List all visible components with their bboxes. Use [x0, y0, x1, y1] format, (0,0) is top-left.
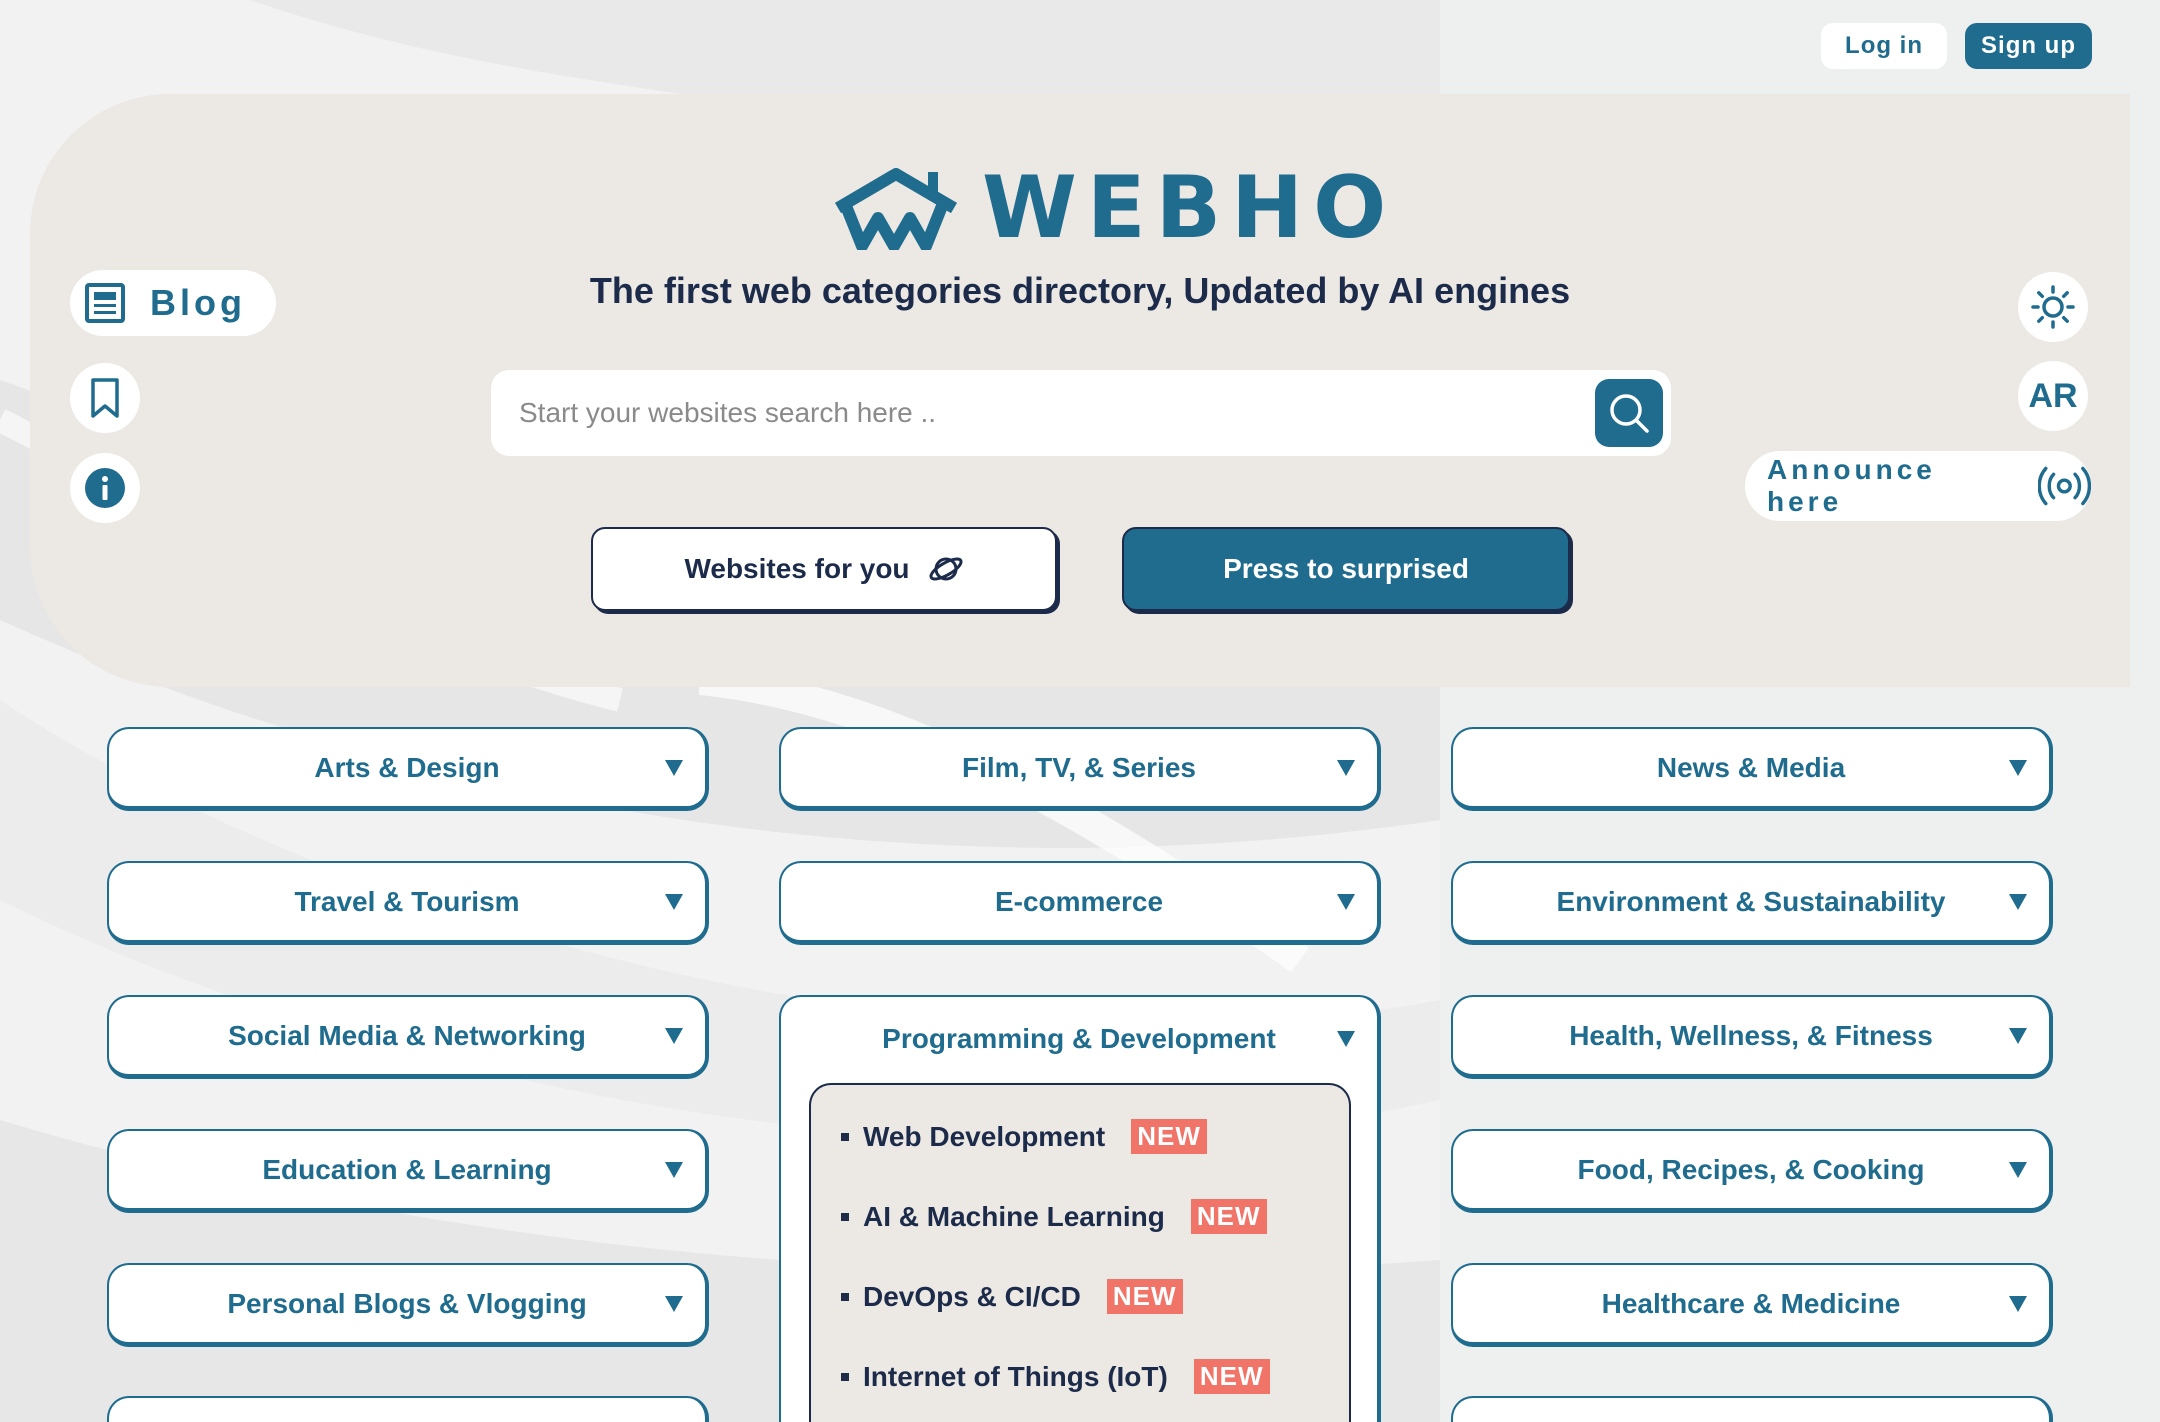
- category-healthcare[interactable]: Healthcare & Medicine: [1451, 1263, 2053, 1347]
- chevron-down-icon: [665, 1027, 683, 1044]
- chevron-down-icon: [665, 893, 683, 910]
- category-travel-tourism[interactable]: Travel & Tourism: [107, 861, 709, 945]
- bookmark-button[interactable]: [70, 363, 140, 433]
- theme-toggle-button[interactable]: [2018, 272, 2088, 342]
- category-partial[interactable]: [1451, 1396, 2053, 1422]
- category-programming-header[interactable]: Programming & Development: [781, 997, 1377, 1081]
- websites-for-you-label: Websites for you: [684, 553, 910, 584]
- sun-icon: [2031, 285, 2075, 329]
- category-label: Food, Recipes, & Cooking: [1577, 1153, 1925, 1185]
- house-logo-icon: [834, 168, 958, 250]
- subcategory-web-development[interactable]: Web Development NEW: [841, 1119, 1207, 1154]
- subcategory-panel: Web Development NEW AI & Machine Learnin…: [809, 1083, 1351, 1422]
- chevron-down-icon: [665, 1295, 683, 1312]
- subcategory-label: Internet of Things (IoT): [863, 1360, 1168, 1392]
- chevron-down-icon: [1337, 893, 1355, 910]
- category-label: E-commerce: [994, 885, 1164, 917]
- category-label: Arts & Design: [314, 751, 500, 783]
- chevron-down-icon: [1337, 1031, 1355, 1047]
- category-label: Environment & Sustainability: [1556, 885, 1946, 917]
- broadcast-icon: [2038, 466, 2091, 506]
- category-personal-blogs[interactable]: Personal Blogs & Vlogging: [107, 1263, 709, 1347]
- new-badge: NEW: [1193, 1359, 1270, 1394]
- category-label: Programming & Development: [882, 1023, 1276, 1054]
- chevron-down-icon: [2009, 893, 2027, 910]
- category-partial[interactable]: [107, 1396, 709, 1422]
- category-label: Health, Wellness, & Fitness: [1569, 1019, 1933, 1051]
- chevron-down-icon: [665, 759, 683, 776]
- info-icon: [85, 468, 125, 508]
- bullet: [841, 1212, 849, 1221]
- category-film-tv[interactable]: Film, TV, & Series: [779, 727, 1381, 811]
- search-icon: [1610, 394, 1649, 433]
- login-button[interactable]: Log in: [1821, 23, 1948, 69]
- bookmark-icon: [91, 378, 119, 418]
- chevron-down-icon: [2009, 1161, 2027, 1178]
- tagline: The first web categories directory, Upda…: [589, 270, 1571, 311]
- surprise-button[interactable]: Press to surprised: [1122, 527, 1570, 611]
- category-news-media[interactable]: News & Media: [1451, 727, 2053, 811]
- bullet: [841, 1372, 849, 1381]
- category-label: Healthcare & Medicine: [1601, 1287, 1901, 1319]
- bullet: [841, 1132, 849, 1141]
- language-label: AR: [2028, 376, 2078, 415]
- category-health-wellness[interactable]: Health, Wellness, & Fitness: [1451, 995, 2053, 1079]
- category-environment[interactable]: Environment & Sustainability: [1451, 861, 2053, 945]
- category-label: Travel & Tourism: [294, 885, 520, 917]
- category-education[interactable]: Education & Learning: [107, 1129, 709, 1213]
- brand-name: WEBHO: [982, 158, 1397, 258]
- chevron-down-icon: [1337, 759, 1355, 776]
- websites-for-you-button[interactable]: Websites for you: [591, 527, 1057, 611]
- blog-label: Blog: [150, 282, 246, 323]
- new-badge: NEW: [1190, 1199, 1267, 1234]
- language-toggle-button[interactable]: AR: [2018, 361, 2088, 431]
- category-label: News & Media: [1656, 751, 1846, 783]
- category-label: Social Media & Networking: [228, 1019, 586, 1051]
- subcategory-label: DevOps & CI/CD: [863, 1280, 1081, 1312]
- chevron-down-icon: [2009, 759, 2027, 776]
- subcategory-iot[interactable]: Internet of Things (IoT) NEW: [841, 1359, 1270, 1394]
- category-programming-expanded: Programming & Development Web Developmen…: [779, 995, 1381, 1422]
- category-food-recipes[interactable]: Food, Recipes, & Cooking: [1451, 1129, 2053, 1213]
- auth-bar: Log in Sign up: [1821, 23, 2092, 69]
- category-label: Education & Learning: [262, 1153, 552, 1185]
- category-label: Personal Blogs & Vlogging: [227, 1287, 587, 1319]
- chevron-down-icon: [2009, 1027, 2027, 1044]
- surprise-label: Press to surprised: [1223, 553, 1469, 584]
- search-input[interactable]: [519, 370, 1569, 456]
- search-button[interactable]: [1595, 379, 1663, 447]
- category-label: Film, TV, & Series: [962, 751, 1196, 783]
- blog-button[interactable]: Blog: [70, 270, 276, 336]
- search-bar: [491, 370, 1671, 456]
- category-arts-design[interactable]: Arts & Design: [107, 727, 709, 811]
- chevron-down-icon: [665, 1161, 683, 1178]
- subcategory-devops[interactable]: DevOps & CI/CD NEW: [841, 1279, 1183, 1314]
- announce-label: Announce here: [1767, 454, 1936, 517]
- subcategory-ai-ml[interactable]: AI & Machine Learning NEW: [841, 1199, 1267, 1234]
- subcategory-label: AI & Machine Learning: [863, 1200, 1165, 1232]
- subcategory-label: Web Development: [863, 1120, 1106, 1152]
- announce-button[interactable]: Announce here: [1745, 451, 2091, 521]
- planet-icon: [929, 557, 963, 581]
- brand-logo[interactable]: WEBHO: [832, 158, 1396, 258]
- category-social-media[interactable]: Social Media & Networking: [107, 995, 709, 1079]
- signup-button[interactable]: Sign up: [1965, 23, 2092, 69]
- category-ecommerce[interactable]: E-commerce: [779, 861, 1381, 945]
- newspaper-icon: [85, 283, 125, 323]
- chevron-down-icon: [2009, 1295, 2027, 1312]
- new-badge: NEW: [1106, 1279, 1183, 1314]
- new-badge: NEW: [1131, 1119, 1207, 1154]
- bullet: [841, 1292, 849, 1301]
- info-button[interactable]: [70, 453, 140, 523]
